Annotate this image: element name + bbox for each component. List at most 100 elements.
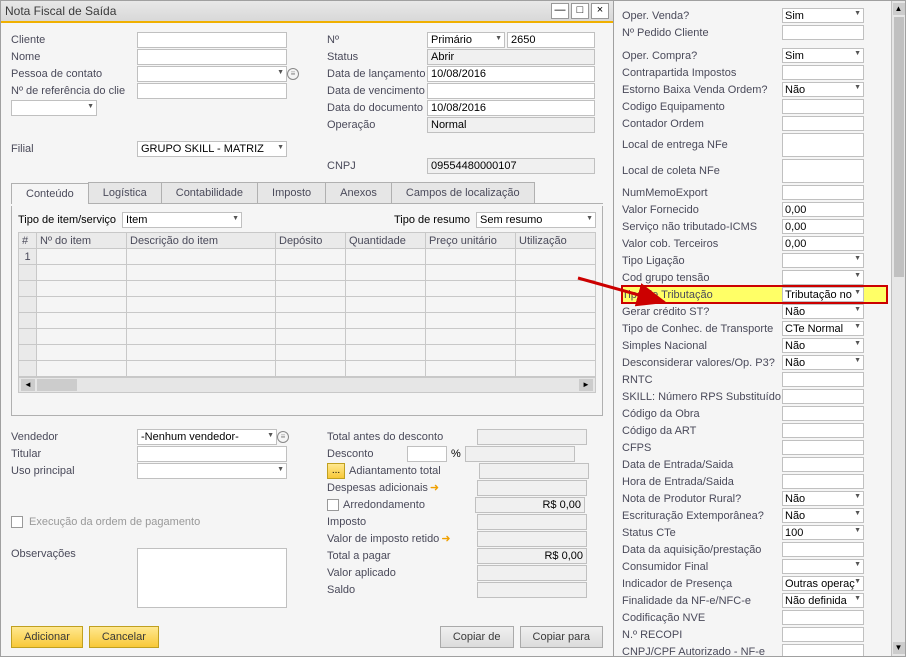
- grid-cell[interactable]: [37, 265, 127, 281]
- items-grid[interactable]: #Nº do itemDescrição do itemDepósitoQuan…: [18, 232, 596, 377]
- side-field[interactable]: [782, 99, 864, 114]
- scroll-thumb[interactable]: [894, 17, 904, 277]
- nome-field[interactable]: [137, 49, 287, 65]
- grid-cell[interactable]: [276, 329, 346, 345]
- tab-anexos[interactable]: Anexos: [325, 182, 392, 203]
- grid-cell[interactable]: [516, 313, 596, 329]
- grid-cell[interactable]: [346, 297, 426, 313]
- side-field[interactable]: [782, 627, 864, 642]
- side-field[interactable]: [782, 542, 864, 557]
- cliente-field[interactable]: [137, 32, 287, 48]
- tab-logistica[interactable]: Logística: [88, 182, 162, 203]
- grid-cell[interactable]: [37, 329, 127, 345]
- tab-imposto[interactable]: Imposto: [257, 182, 326, 203]
- side-field[interactable]: [782, 159, 864, 183]
- grid-header[interactable]: Utilização: [516, 233, 596, 249]
- grid-cell[interactable]: [276, 313, 346, 329]
- grid-cell[interactable]: [346, 345, 426, 361]
- grid-cell[interactable]: [19, 265, 37, 281]
- tab-campos-localizacao[interactable]: Campos de localização: [391, 182, 535, 203]
- vendedor-select[interactable]: [137, 429, 277, 445]
- minimize-button[interactable]: —: [551, 3, 569, 19]
- grid-cell[interactable]: [127, 265, 276, 281]
- tipo-item-select[interactable]: [122, 212, 242, 228]
- side-field[interactable]: [782, 236, 864, 251]
- grid-header[interactable]: Quantidade: [346, 233, 426, 249]
- grid-cell[interactable]: [516, 361, 596, 377]
- desconto-pct-field[interactable]: [407, 446, 447, 462]
- side-field[interactable]: [782, 440, 864, 455]
- grid-cell[interactable]: [426, 313, 516, 329]
- side-field[interactable]: [782, 576, 864, 591]
- grid-hscroll[interactable]: ◄►: [18, 377, 596, 393]
- grid-cell[interactable]: [516, 281, 596, 297]
- side-field[interactable]: [782, 253, 864, 268]
- grid-cell[interactable]: [37, 313, 127, 329]
- grid-cell[interactable]: [19, 313, 37, 329]
- adiantamento-button[interactable]: ...: [327, 463, 345, 479]
- grid-cell[interactable]: [516, 249, 596, 265]
- grid-cell[interactable]: [426, 361, 516, 377]
- no-ref-field[interactable]: [137, 83, 287, 99]
- scroll-up-icon[interactable]: ▲: [893, 3, 905, 15]
- side-field[interactable]: [782, 304, 864, 319]
- arred-checkbox[interactable]: [327, 499, 339, 511]
- grid-cell[interactable]: [276, 345, 346, 361]
- grid-header[interactable]: Preço unitário: [426, 233, 516, 249]
- grid-cell[interactable]: [19, 329, 37, 345]
- obs-field[interactable]: [137, 548, 287, 608]
- cancelar-button[interactable]: Cancelar: [89, 626, 159, 648]
- side-field[interactable]: [782, 133, 864, 157]
- side-field[interactable]: [782, 423, 864, 438]
- side-field[interactable]: [782, 116, 864, 131]
- no-type-select[interactable]: [427, 32, 505, 48]
- grid-cell[interactable]: [276, 297, 346, 313]
- grid-cell[interactable]: [37, 297, 127, 313]
- grid-cell[interactable]: [346, 249, 426, 265]
- grid-cell[interactable]: [276, 361, 346, 377]
- grid-cell[interactable]: [127, 345, 276, 361]
- grid-cell[interactable]: [127, 249, 276, 265]
- grid-cell[interactable]: [37, 249, 127, 265]
- grid-cell[interactable]: [426, 281, 516, 297]
- side-field[interactable]: [782, 202, 864, 217]
- grid-cell[interactable]: [426, 249, 516, 265]
- side-field[interactable]: [782, 508, 864, 523]
- grid-cell[interactable]: [127, 313, 276, 329]
- side-field[interactable]: [782, 491, 864, 506]
- side-field[interactable]: [782, 48, 864, 63]
- grid-header[interactable]: #: [19, 233, 37, 249]
- grid-cell[interactable]: [346, 281, 426, 297]
- grid-cell[interactable]: [19, 345, 37, 361]
- scroll-down-icon[interactable]: ▼: [893, 642, 905, 654]
- side-field[interactable]: [782, 525, 864, 540]
- grid-cell[interactable]: [37, 345, 127, 361]
- grid-cell[interactable]: 1: [19, 249, 37, 265]
- copiar-de-button[interactable]: Copiar de: [440, 626, 514, 648]
- copiar-para-button[interactable]: Copiar para: [520, 626, 603, 648]
- grid-cell[interactable]: [127, 361, 276, 377]
- side-field[interactable]: [782, 338, 864, 353]
- tab-contabilidade[interactable]: Contabilidade: [161, 182, 258, 203]
- side-field[interactable]: [782, 474, 864, 489]
- side-field[interactable]: [782, 65, 864, 80]
- pessoa-contato-select[interactable]: [137, 66, 287, 82]
- side-field[interactable]: [782, 219, 864, 234]
- grid-cell[interactable]: [127, 297, 276, 313]
- grid-cell[interactable]: [516, 345, 596, 361]
- grid-cell[interactable]: [127, 329, 276, 345]
- side-field[interactable]: [782, 270, 864, 285]
- grid-cell[interactable]: [426, 345, 516, 361]
- side-field[interactable]: [782, 82, 864, 97]
- grid-cell[interactable]: [426, 329, 516, 345]
- side-field[interactable]: [782, 406, 864, 421]
- grid-cell[interactable]: [19, 297, 37, 313]
- side-field[interactable]: [782, 287, 864, 302]
- titular-field[interactable]: [137, 446, 287, 462]
- close-button[interactable]: ×: [591, 3, 609, 19]
- side-field[interactable]: [782, 389, 864, 404]
- grid-cell[interactable]: [346, 313, 426, 329]
- grid-cell[interactable]: [346, 329, 426, 345]
- grid-cell[interactable]: [37, 281, 127, 297]
- side-scrollbar[interactable]: ▲ ▼: [891, 1, 905, 656]
